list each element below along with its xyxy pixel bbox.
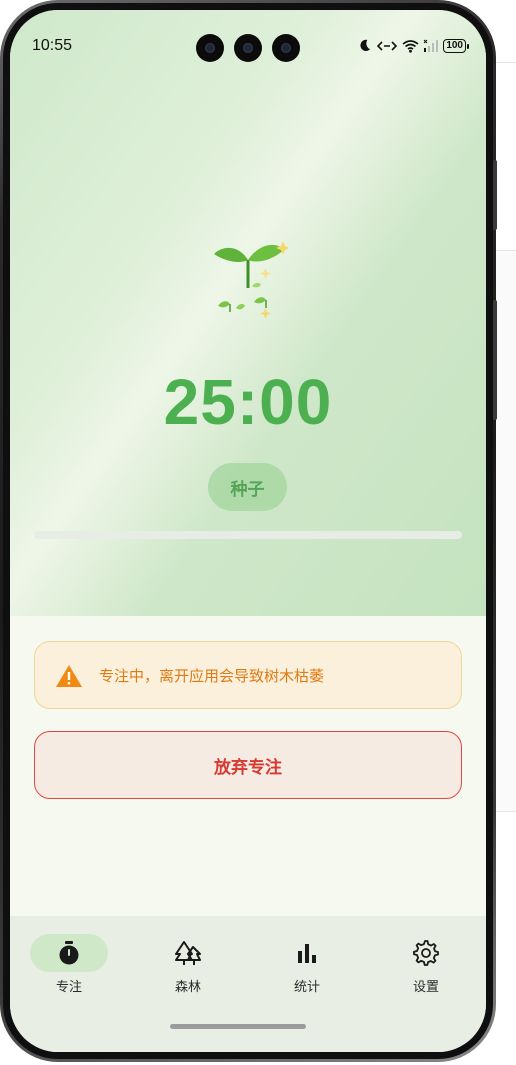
status-time: 10:55 (32, 37, 73, 54)
abandon-focus-button[interactable]: 放弃专注 (34, 731, 462, 799)
nav-stats-pill (268, 934, 346, 972)
growth-stage-badge: 种子 (208, 463, 287, 511)
warning-text: 专注中，离开应用会导致树木枯萎 (99, 667, 325, 685)
nav-settings-pill (387, 934, 465, 972)
warning-icon (56, 665, 82, 687)
camera-icon (272, 34, 300, 62)
wifi-icon (402, 39, 419, 53)
moon-icon (360, 39, 371, 51)
phone-frame: 10:55 100 25:00 种子 专注中，离开应用会导致树木枯萎 放弃专注 … (0, 0, 497, 1062)
timer-icon (59, 941, 79, 965)
sprout-icon (214, 241, 288, 319)
nav-item-forest[interactable]: 森林 (148, 934, 228, 995)
camera-icon (234, 34, 262, 62)
status-bar: 10:55 100 (10, 34, 486, 64)
nav-label-stats: 统计 (293, 980, 320, 995)
gear-icon (413, 940, 439, 966)
status-icons: 100 (357, 38, 469, 53)
battery-indicator: 100 (443, 38, 469, 53)
nav-item-settings[interactable]: 设置 (386, 934, 466, 995)
bottom-navigation: 专注 森林 统计 设置 (10, 916, 486, 1052)
signal-icon (423, 39, 439, 52)
forest-icon (175, 941, 201, 965)
camera-icon (196, 34, 224, 62)
nav-label-settings: 设置 (412, 980, 439, 995)
nav-item-focus[interactable]: 专注 (29, 934, 109, 995)
volume-button (493, 160, 497, 230)
nav-label-focus: 专注 (55, 980, 82, 995)
countdown-timer: 25:00 (163, 366, 333, 438)
nav-focus-pill (30, 934, 108, 972)
hotspot-icon (377, 40, 398, 51)
focus-progress-bar (34, 531, 462, 539)
warning-banner: 专注中，离开应用会导致树木枯萎 (34, 641, 462, 709)
nav-item-stats[interactable]: 统计 (267, 934, 347, 995)
power-button (493, 300, 497, 420)
home-indicator[interactable] (170, 1024, 306, 1029)
bar-chart-icon (298, 944, 316, 963)
nav-forest-pill (149, 934, 227, 972)
app-screen: 10:55 100 25:00 种子 专注中，离开应用会导致树木枯萎 放弃专注 … (10, 10, 486, 1052)
nav-label-forest: 森林 (174, 980, 201, 995)
